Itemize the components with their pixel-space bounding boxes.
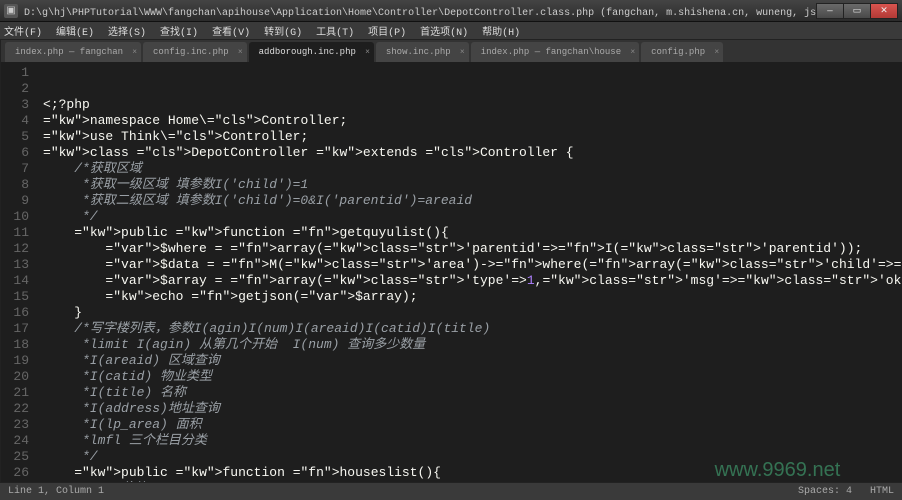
editor-tab[interactable]: show.inc.php× [376,42,469,62]
code-line[interactable]: *limit I(agin) 从第几个开始 I(num) 查询多少数量 [43,337,902,353]
code-line[interactable]: <;?php [43,97,902,113]
code-line[interactable]: ="kw">use Think\="cls">Controller; [43,129,902,145]
tab-close-icon[interactable]: × [460,48,465,57]
menu-project[interactable]: 项目(P) [368,23,406,39]
code-line[interactable]: /*价格 jiagef jiagel [43,481,902,482]
tab-close-icon[interactable]: × [238,48,243,57]
status-pos[interactable]: Line 1, Column 1 [8,486,104,497]
code-lines[interactable]: <;?php="kw">namespace Home\="cls">Contro… [37,62,902,482]
title-bar: ▣ D:\g\hj\PHPTutorial\WWW\fangchan\apiho… [0,0,902,22]
tab-close-icon[interactable]: × [365,48,370,57]
status-spaces[interactable]: Spaces: 4 [798,486,852,497]
line-gutter: 1234567891011121314151617181920212223242… [1,62,37,482]
editor-tab[interactable]: config.inc.php× [143,42,247,62]
status-bar: Line 1, Column 1 Spaces: 4 HTML [0,482,902,500]
minimize-button[interactable]: — [816,3,844,19]
app-icon: ▣ [4,4,18,18]
code-line[interactable]: *lmfl 三个栏目分类 [43,433,902,449]
code-line[interactable]: ="var">$data = ="fn">M(="kw">class="str"… [43,257,902,273]
menu-bar: 文件(F) 编辑(E) 选择(S) 查找(I) 查看(V) 转到(G) 工具(T… [0,22,902,40]
tab-close-icon[interactable]: × [630,48,635,57]
menu-goto[interactable]: 转到(G) [264,23,302,39]
menu-help[interactable]: 帮助(H) [482,23,520,39]
editor-tab[interactable]: config.php× [641,42,723,62]
menu-select[interactable]: 选择(S) [108,23,146,39]
menu-edit[interactable]: 编辑(E) [56,23,94,39]
close-button[interactable]: ✕ [870,3,898,19]
code-line[interactable]: *I(areaid) 区域查询 [43,353,902,369]
code-line[interactable]: ="kw">echo ="fn">getjson(="var">$array); [43,289,902,305]
menu-tools[interactable]: 工具(T) [316,23,354,39]
menu-find[interactable]: 查找(I) [160,23,198,39]
code-line[interactable]: *I(lp_area) 面积 [43,417,902,433]
code-line[interactable]: ="kw">namespace Home\="cls">Controller; [43,113,902,129]
code-line[interactable]: /*获取区域 [43,161,902,177]
editor-area: index.php — fangchan×config.inc.php×addb… [1,40,902,482]
code-line[interactable]: *获取二级区域 填参数I('child')=0&I('parentid')=ar… [43,193,902,209]
editor-tab[interactable]: index.php — fangchan\house× [471,42,639,62]
window-controls: — ▭ ✕ [817,3,898,19]
tab-close-icon[interactable]: × [132,48,137,57]
tab-bar: index.php — fangchan×config.inc.php×addb… [1,40,902,62]
tab-close-icon[interactable]: × [714,48,719,57]
code-line[interactable]: ="var">$array = ="fn">array(="kw">class=… [43,273,902,289]
code-line[interactable]: ="kw">public ="kw">function ="fn">getquy… [43,225,902,241]
code-line[interactable]: *I(catid) 物业类型 [43,369,902,385]
code-line[interactable]: */ [43,209,902,225]
watermark: www.9969.net [715,462,841,478]
code-line[interactable]: ="kw">class ="cls">DepotController ="kw"… [43,145,902,161]
menu-file[interactable]: 文件(F) [4,23,42,39]
code-line[interactable]: *I(title) 名称 [43,385,902,401]
editor-tab[interactable]: index.php — fangchan× [5,42,141,62]
code-view[interactable]: 1234567891011121314151617181920212223242… [1,62,902,482]
code-line[interactable]: } [43,305,902,321]
editor-tab[interactable]: addborough.inc.php× [249,42,374,62]
menu-view[interactable]: 查看(V) [212,23,250,39]
code-line[interactable]: /*写字楼列表，参数I(agin)I(num)I(areaid)I(catid)… [43,321,902,337]
maximize-button[interactable]: ▭ [843,3,871,19]
status-lang[interactable]: HTML [870,486,894,497]
menu-pref[interactable]: 首选项(N) [420,23,468,39]
code-line[interactable]: *I(address)地址查询 [43,401,902,417]
code-line[interactable]: ="var">$where = ="fn">array(="kw">class=… [43,241,902,257]
code-line[interactable]: *获取一级区域 填参数I('child')=1 [43,177,902,193]
window-title: D:\g\hj\PHPTutorial\WWW\fangchan\apihous… [24,3,817,19]
